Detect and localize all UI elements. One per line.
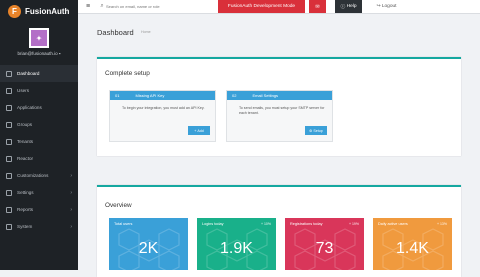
sidebar-item-system[interactable]: System › (0, 218, 78, 235)
sidebar-item-label: Tenants (17, 139, 34, 144)
stat-total-users: Total users 2K (109, 218, 188, 270)
stat-label: Registrations today (290, 222, 323, 226)
dashboard-icon (6, 70, 12, 77)
sidebar-item-label: System (17, 224, 33, 229)
breadcrumb[interactable]: Home (141, 30, 151, 34)
notifications-button[interactable]: ✉ (309, 0, 326, 13)
reports-icon (6, 206, 12, 213)
sidebar-item-reactor[interactable]: Reactor (0, 150, 78, 167)
stat-delta: + 10% (260, 222, 271, 226)
customizations-icon (6, 172, 12, 179)
stat-delta: + 19% (348, 222, 359, 226)
add-api-key-button[interactable]: + Add (188, 126, 210, 135)
help-button[interactable]: ⓘ Help (335, 0, 362, 13)
settings-icon (6, 189, 12, 196)
chevron-right-icon: › (70, 206, 72, 213)
sidebar-item-users[interactable]: Users (0, 82, 78, 99)
page-title: Dashboard (97, 28, 134, 37)
email-setup-button[interactable]: ⚙ Setup (305, 126, 327, 135)
users-icon (6, 87, 12, 94)
sidebar-item-tenants[interactable]: Tenants (0, 133, 78, 150)
sidebar-item-dashboard[interactable]: Dashboard (0, 65, 78, 82)
complete-setup-panel: Complete setup 01 Missing API Key To beg… (97, 57, 461, 156)
sidebar-item-label: Settings (17, 190, 34, 195)
overview-title: Overview (105, 202, 132, 209)
card-title: Missing API Key (135, 93, 165, 98)
stat-value: 1.4K (396, 240, 429, 257)
logout-icon: ↪ (376, 4, 381, 9)
dev-mode-banner: FusionAuth Development Mode (218, 0, 305, 13)
avatar[interactable]: ✦ (29, 28, 49, 48)
card-body: To begin your integration, you must add … (122, 106, 205, 110)
stat-value: 2K (138, 240, 159, 257)
plus-icon: + (194, 128, 197, 133)
search-icon: ⌕ (100, 3, 104, 9)
brand-logo[interactable]: F FusionAuth (0, 0, 78, 22)
reactor-icon (6, 155, 12, 162)
menu-icon[interactable]: ≡ (78, 3, 98, 10)
chevron-right-icon: › (70, 189, 72, 196)
button-label: Setup (313, 128, 323, 133)
chevron-right-icon: › (70, 223, 72, 230)
setup-card-api-key: 01 Missing API Key To begin your integra… (109, 90, 216, 142)
sidebar-item-settings[interactable]: Settings › (0, 184, 78, 201)
sidebar-item-customizations[interactable]: Customizations › (0, 167, 78, 184)
sidebar-item-label: Groups (17, 122, 33, 127)
sidebar-item-label: Users (17, 88, 29, 93)
stat-registrations-today: Registrations today + 19% 73 (285, 218, 364, 270)
chevron-right-icon: › (70, 172, 72, 179)
help-label: Help (346, 4, 357, 9)
info-icon: ⓘ (340, 5, 346, 10)
setup-card-email: 02 Email Settings To send emails, you mu… (226, 90, 333, 142)
stat-value: 73 (315, 240, 334, 257)
envelope-icon: ✉ (315, 3, 320, 10)
sidebar-item-reports[interactable]: Reports › (0, 201, 78, 218)
sidebar: F FusionAuth ✦ brian@fusionauth.io ▪ Das… (0, 0, 78, 270)
card-header: 02 Email Settings (227, 91, 332, 100)
gear-icon: ⚙ (309, 128, 313, 133)
system-icon (6, 223, 12, 230)
stat-label: Logins today (202, 222, 224, 226)
stat-label: Total users (114, 222, 133, 226)
sidebar-item-label: Reports (17, 207, 34, 212)
sidebar-item-label: Customizations (17, 173, 49, 178)
button-label: Add (197, 128, 204, 133)
tenants-icon (6, 138, 12, 145)
groups-icon (6, 121, 12, 128)
stat-label: Daily active users (378, 222, 408, 226)
user-email[interactable]: brian@fusionauth.io ▪ (0, 51, 78, 56)
card-body: To send emails, you must setup your SMTP… (239, 106, 325, 115)
sidebar-nav: Dashboard Users Applications Groups Tena… (0, 65, 78, 235)
stat-logins-today: Logins today + 10% 1.9K (197, 218, 276, 270)
logout-label: Logout (381, 4, 397, 9)
stat-daily-active-users: Daily active users + 13% 1.4K (373, 218, 452, 270)
applications-icon (6, 104, 12, 111)
fusionauth-logo-icon: F (8, 4, 21, 18)
card-title: Email Settings (252, 93, 279, 98)
logout-button[interactable]: ↪ Logout (371, 0, 402, 13)
sidebar-item-groups[interactable]: Groups (0, 116, 78, 133)
sidebar-item-label: Applications (17, 105, 42, 110)
complete-setup-title: Complete setup (105, 70, 150, 77)
brand-name: FusionAuth (25, 6, 70, 16)
card-header: 01 Missing API Key (110, 91, 215, 100)
sidebar-item-label: Reactor (17, 156, 34, 161)
search-input[interactable] (106, 4, 226, 9)
stat-delta: + 13% (436, 222, 447, 226)
sidebar-item-applications[interactable]: Applications (0, 99, 78, 116)
stat-value: 1.9K (220, 240, 253, 257)
card-number: 02 (232, 93, 237, 98)
sidebar-item-label: Dashboard (17, 71, 40, 76)
card-number: 01 (115, 93, 120, 98)
